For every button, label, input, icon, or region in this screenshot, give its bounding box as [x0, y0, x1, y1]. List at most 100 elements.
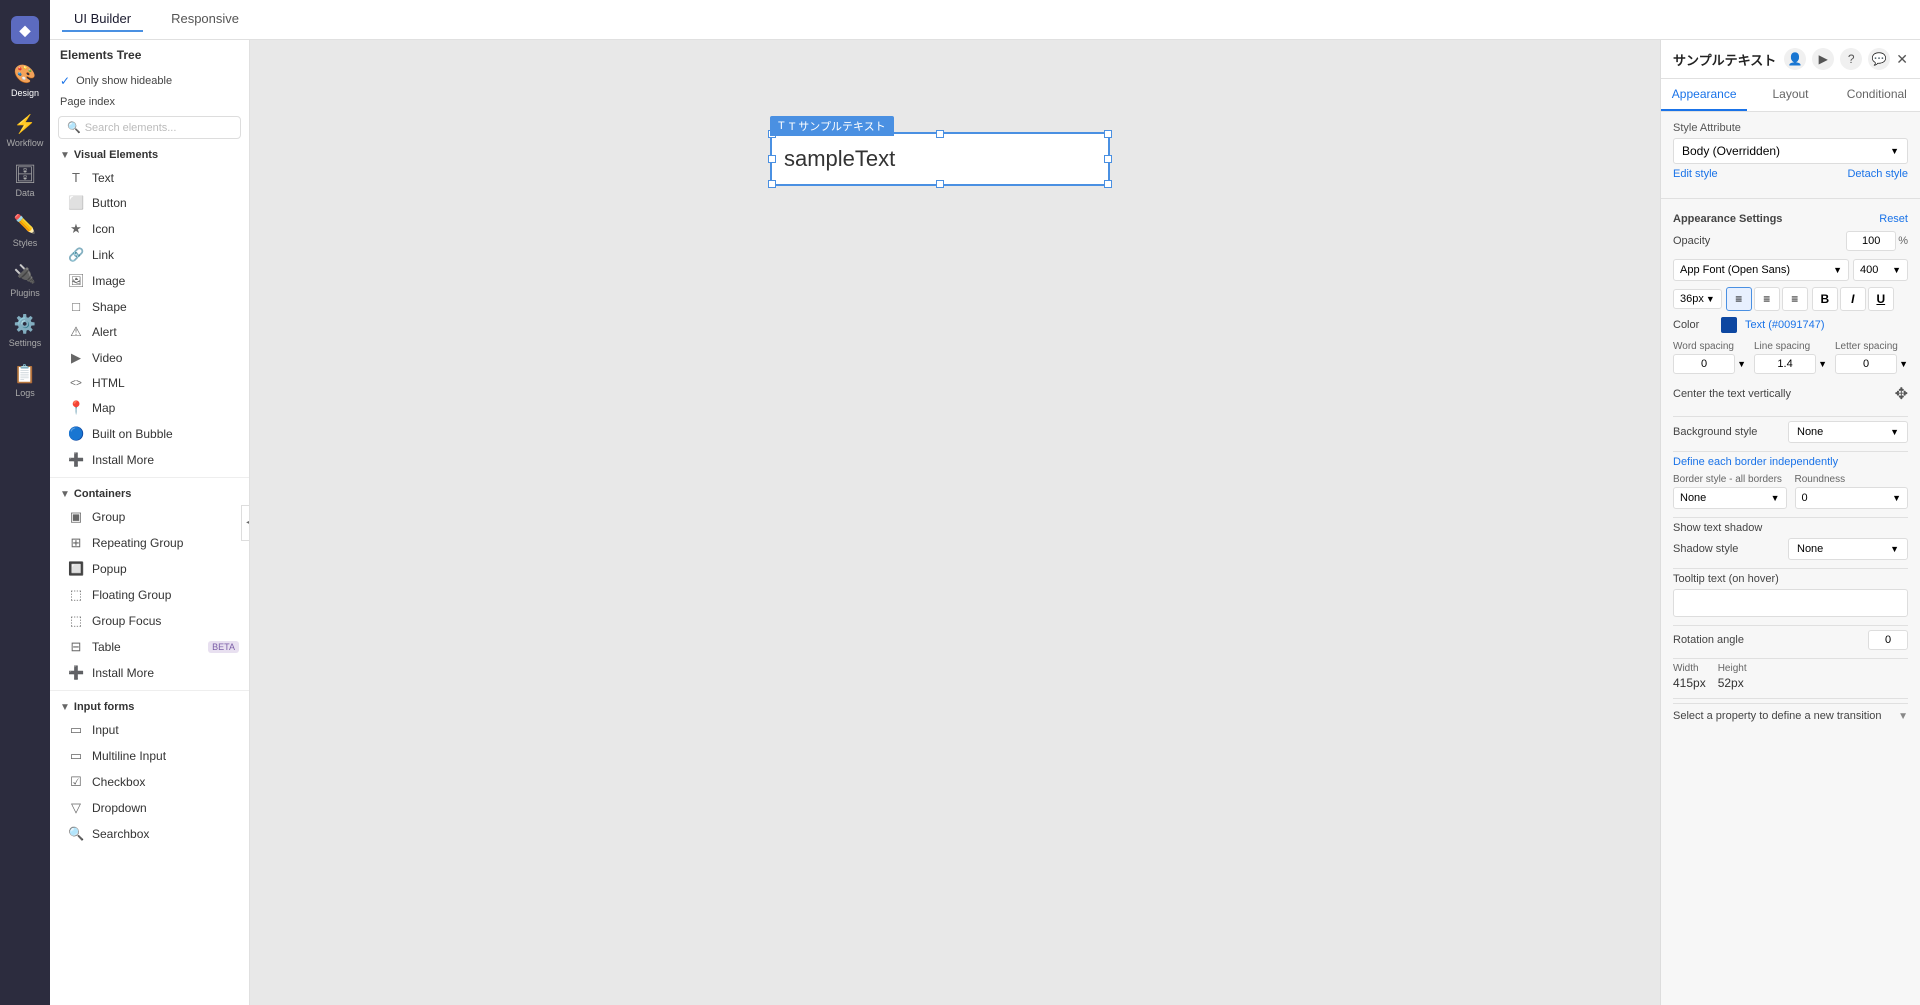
move-icon[interactable]: ✥ [1895, 384, 1908, 404]
sidebar-item-image[interactable]: 🖼 Image [50, 268, 249, 294]
font-weight-dropdown[interactable]: 400 ▼ [1853, 259, 1908, 281]
page-index-label: Page index [60, 96, 115, 108]
font-family-dropdown[interactable]: App Font (Open Sans) ▼ [1673, 259, 1849, 281]
bold-btn[interactable]: B [1812, 287, 1838, 311]
nav-item-styles[interactable]: ✏️ Styles [0, 206, 50, 256]
page-index-row[interactable]: Page index [50, 92, 249, 112]
containers-toggle[interactable]: ▼ [60, 489, 70, 500]
nav-item-data[interactable]: 🗄 Data [0, 156, 50, 206]
nav-item-workflow[interactable]: ⚡ Workflow [0, 106, 50, 156]
sidebar-item-floating-group[interactable]: ⬚ Floating Group [50, 582, 249, 608]
chat-icon[interactable]: 💬 [1868, 48, 1890, 70]
sidebar-item-install-more-2[interactable]: ➕ Install More [50, 660, 249, 686]
handle-br[interactable] [1104, 180, 1112, 188]
close-icon[interactable]: ✕ [1896, 51, 1908, 68]
help-icon[interactable]: ? [1840, 48, 1862, 70]
sidebar-item-group-focus[interactable]: ⬚ Group Focus [50, 608, 249, 634]
sidebar-item-searchbox[interactable]: 🔍 Searchbox [50, 821, 249, 847]
shadow-row: Show text shadow Shadow style None ▼ [1673, 522, 1908, 560]
font-size-dropdown[interactable]: 36px ▼ [1673, 289, 1722, 309]
handle-ml[interactable] [768, 155, 776, 163]
input-forms-toggle[interactable]: ▼ [60, 702, 70, 713]
sidebar-item-link[interactable]: 🔗 Link [50, 242, 249, 268]
tab-layout[interactable]: Layout [1747, 79, 1833, 111]
sidebar-item-multiline[interactable]: ▭ Multiline Input [50, 743, 249, 769]
logo-icon: ◆ [11, 16, 39, 44]
sidebar-item-map[interactable]: 📍 Map [50, 395, 249, 421]
word-spacing-value[interactable]: 0 [1673, 354, 1735, 374]
sidebar-item-html[interactable]: <> HTML [50, 371, 249, 395]
containers-section: ▼ Containers [50, 482, 249, 504]
sidebar-item-button[interactable]: ⬜ Button [50, 190, 249, 216]
style-attribute-dropdown[interactable]: Body (Overridden) ▼ [1673, 138, 1908, 164]
canvas-area[interactable]: T T サンプルテキスト sampleText [250, 40, 1660, 1005]
color-swatch[interactable] [1721, 317, 1737, 333]
visual-elements-toggle[interactable]: ▼ [60, 150, 70, 161]
reset-button[interactable]: Reset [1879, 213, 1908, 225]
nav-item-plugins[interactable]: 🔌 Plugins [0, 256, 50, 306]
sidebar-item-built-on-bubble[interactable]: 🔵 Built on Bubble [50, 421, 249, 447]
handle-mr[interactable] [1104, 155, 1112, 163]
nav-item-design[interactable]: 🎨 Design [0, 56, 50, 106]
handle-bm[interactable] [936, 180, 944, 188]
sidebar-item-alert[interactable]: ⚠ Alert [50, 319, 249, 345]
transition-row[interactable]: Select a property to define a new transi… [1673, 703, 1908, 728]
sidebar-item-group[interactable]: ▣ Group [50, 504, 249, 530]
sidebar-item-text[interactable]: T Text [50, 165, 249, 190]
italic-btn[interactable]: I [1840, 287, 1866, 311]
sidebar-item-table[interactable]: ⊟ Table BETA [50, 634, 249, 660]
tab-conditional[interactable]: Conditional [1834, 79, 1920, 111]
sidebar-item-dropdown[interactable]: ▽ Dropdown [50, 795, 249, 821]
detach-style-link[interactable]: Detach style [1847, 168, 1908, 180]
canvas-inner: T T サンプルテキスト sampleText [250, 40, 1660, 1005]
search-elements[interactable]: 🔍 Search elements... [58, 116, 241, 139]
align-center-btn[interactable]: ≡ [1754, 287, 1780, 311]
sidebar-item-checkbox[interactable]: ☑ Checkbox [50, 769, 249, 795]
edit-style-link[interactable]: Edit style [1673, 168, 1718, 180]
app-logo[interactable]: ◆ [0, 8, 50, 52]
sidebar-item-icon[interactable]: ★ Icon [50, 216, 249, 242]
tab-appearance[interactable]: Appearance [1661, 79, 1747, 111]
shadow-style-dropdown[interactable]: None ▼ [1788, 538, 1908, 560]
link-icon: 🔗 [68, 247, 84, 263]
letter-spacing-value[interactable]: 0 [1835, 354, 1897, 374]
opacity-value[interactable]: 100 [1846, 231, 1896, 251]
roundness-value[interactable]: 0 ▼ [1795, 487, 1909, 509]
sidebar-item-install-more-1[interactable]: ➕ Install More [50, 447, 249, 473]
left-nav: ◆ 🎨 Design ⚡ Workflow 🗄 Data ✏️ Styles 🔌… [0, 0, 50, 1005]
shadow-style-chevron: ▼ [1890, 544, 1899, 554]
nav-item-settings[interactable]: ⚙️ Settings [0, 306, 50, 356]
rotation-value[interactable]: 0 [1868, 630, 1908, 650]
text-element[interactable]: sampleText [770, 132, 1110, 186]
bg-style-dropdown[interactable]: None ▼ [1788, 421, 1908, 443]
align-group: ≡ ≡ ≡ [1726, 287, 1808, 311]
button-icon: ⬜ [68, 195, 84, 211]
only-show-hideable-row[interactable]: ✓ Only show hideable [50, 70, 249, 92]
align-right-btn[interactable]: ≡ [1782, 287, 1808, 311]
line-spacing-value[interactable]: 1.4 [1754, 354, 1816, 374]
sidebar-item-video[interactable]: ▶ Video [50, 345, 249, 371]
sidebar-collapse-arrow[interactable]: ◀ [241, 505, 250, 541]
tab-ui-builder[interactable]: UI Builder [62, 7, 143, 32]
color-value[interactable]: Text (#0091747) [1745, 319, 1825, 331]
style-dropdown-chevron: ▼ [1890, 146, 1899, 156]
user-avatar-icon[interactable]: 👤 [1784, 48, 1806, 70]
underline-btn[interactable]: U [1868, 287, 1894, 311]
define-border-link[interactable]: Define each border independently [1673, 456, 1908, 468]
nav-item-logs[interactable]: 📋 Logs [0, 356, 50, 406]
tab-responsive[interactable]: Responsive [159, 7, 251, 32]
border-style-dropdown[interactable]: None ▼ [1673, 487, 1787, 509]
sidebar-item-shape[interactable]: □ Shape [50, 294, 249, 319]
align-left-btn[interactable]: ≡ [1726, 287, 1752, 311]
handle-tm[interactable] [936, 130, 944, 138]
tooltip-input[interactable] [1673, 589, 1908, 617]
sidebar-item-repeating-group[interactable]: ⊞ Repeating Group [50, 530, 249, 556]
handle-bl[interactable] [768, 180, 776, 188]
element-label: T T サンプルテキスト [770, 116, 894, 136]
font-row: App Font (Open Sans) ▼ 400 ▼ [1673, 259, 1908, 281]
handle-tr[interactable] [1104, 130, 1112, 138]
play-icon[interactable]: ▶ [1812, 48, 1834, 70]
sidebar-item-input[interactable]: ▭ Input [50, 717, 249, 743]
word-spacing-chevron: ▼ [1737, 359, 1746, 369]
sidebar-item-popup[interactable]: 🔲 Popup [50, 556, 249, 582]
